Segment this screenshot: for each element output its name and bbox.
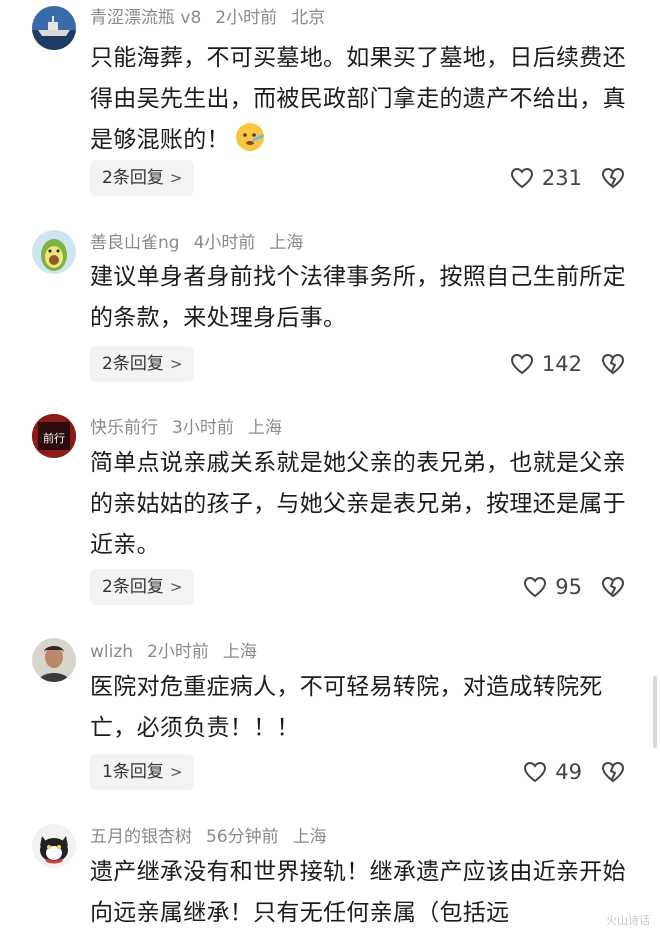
broken-heart-icon xyxy=(601,576,625,598)
broken-heart-icon xyxy=(601,353,625,375)
comment-meta: 善良山雀ng 4小时前 上海 xyxy=(90,232,317,254)
avatar-text: 前行 xyxy=(43,431,65,445)
like-count: 142 xyxy=(541,352,582,376)
heart-icon xyxy=(510,353,533,375)
reply-count-label: 1条回复 xyxy=(102,762,164,782)
comment-text-content: 只能海葬，不可买墓地。如果买了墓地，日后续费还得由吴先生出，而被民政部门拿走的遗… xyxy=(90,45,626,153)
heart-icon xyxy=(524,761,547,783)
face-with-thermometer-emoji xyxy=(234,121,266,153)
like-button[interactable]: 95 xyxy=(523,569,582,605)
comment-text-content: 建议单身者身前找个法律事务所，按照自己生前所定的条款，来处理身后事。 xyxy=(90,264,626,331)
timestamp: 2小时前 xyxy=(215,8,278,28)
location: 上海 xyxy=(292,827,327,847)
chevron-right-icon: > xyxy=(169,169,183,187)
username[interactable]: 善良山雀ng xyxy=(90,233,180,253)
like-count: 49 xyxy=(555,760,582,784)
view-replies-button[interactable]: 2条回复 > xyxy=(90,160,195,196)
like-count: 95 xyxy=(555,575,582,599)
comment-meta: 青涩漂流瓶 v8 2小时前 北京 xyxy=(90,7,339,29)
chevron-right-icon: > xyxy=(169,578,183,596)
comment-text: 医院对危重症病人，不可轻易转院，对造成转院死亡，必须负责！！！ xyxy=(90,667,630,749)
like-count: 231 xyxy=(541,166,582,190)
username[interactable]: 五月的银杏树 xyxy=(90,827,192,847)
timestamp: 2小时前 xyxy=(147,642,209,662)
view-replies-button[interactable]: 2条回复 > xyxy=(90,569,195,605)
broken-heart-icon xyxy=(601,167,625,189)
comment-text: 遗产继承没有和世界接轨！继承遗产应该由近亲开始向远亲属继承！只有无任何亲属（包括… xyxy=(90,852,630,932)
scrollbar[interactable] xyxy=(653,676,657,748)
chevron-right-icon: > xyxy=(169,763,183,781)
like-button[interactable]: 231 xyxy=(510,160,582,196)
portrait-avatar[interactable] xyxy=(32,638,76,682)
like-button[interactable]: 142 xyxy=(510,346,582,382)
timestamp: 56分钟前 xyxy=(206,827,279,847)
watermark: 火山诗话 xyxy=(606,914,650,927)
comment-text: 只能海葬，不可买墓地。如果买了墓地，日后续费还得由吴先生出，而被民政部门拿走的遗… xyxy=(90,38,630,161)
username[interactable]: 青涩漂流瓶 v8 xyxy=(90,8,201,28)
comment-text-content: 遗产继承没有和世界接轨！继承遗产应该由近亲开始向远亲属继承！只有无任何亲属（包括… xyxy=(90,859,626,926)
timestamp: 4小时前 xyxy=(193,233,256,253)
comment-meta: 五月的银杏树 56分钟前 上海 xyxy=(90,826,341,848)
username[interactable]: wlizh xyxy=(90,642,133,662)
dislike-button[interactable] xyxy=(600,569,626,605)
avocado-avatar[interactable] xyxy=(32,230,76,274)
dislike-button[interactable] xyxy=(600,346,626,382)
location: 上海 xyxy=(269,233,304,253)
comment-meta: wlizh 2小时前 上海 xyxy=(90,641,271,663)
location: 上海 xyxy=(247,418,282,438)
broken-heart-icon xyxy=(601,761,625,783)
comment-text: 简单点说亲戚关系就是她父亲的表兄弟，也就是父亲的亲姑姑的孩子，与她父亲是表兄弟，… xyxy=(90,443,630,566)
view-replies-button[interactable]: 2条回复 > xyxy=(90,346,195,382)
chevron-right-icon: > xyxy=(169,355,183,373)
comment-text: 建议单身者身前找个法律事务所，按照自己生前所定的条款，来处理身后事。 xyxy=(90,257,630,339)
view-replies-button[interactable]: 1条回复 > xyxy=(90,754,195,790)
heart-icon xyxy=(510,167,533,189)
dislike-button[interactable] xyxy=(600,160,626,196)
heart-icon xyxy=(524,576,547,598)
like-button[interactable]: 49 xyxy=(523,754,582,790)
comment-text-content: 医院对危重症病人，不可轻易转院，对造成转院死亡，必须负责！！！ xyxy=(90,674,603,741)
reply-count-label: 2条回复 xyxy=(102,577,164,597)
ship-avatar[interactable] xyxy=(32,6,76,50)
comment-text-content: 简单点说亲戚关系就是她父亲的表兄弟，也就是父亲的亲姑姑的孩子，与她父亲是表兄弟，… xyxy=(90,450,626,558)
reply-count-label: 2条回复 xyxy=(102,354,164,374)
dislike-button[interactable] xyxy=(600,754,626,790)
comment-meta: 快乐前行 3小时前 上海 xyxy=(90,417,296,439)
location: 北京 xyxy=(291,8,326,28)
timestamp: 3小时前 xyxy=(172,418,234,438)
username[interactable]: 快乐前行 xyxy=(90,418,158,438)
location: 上海 xyxy=(222,642,257,662)
reply-count-label: 2条回复 xyxy=(102,168,164,188)
calligraphy-avatar[interactable]: 前行 xyxy=(32,414,76,458)
cat-avatar[interactable] xyxy=(32,824,76,868)
